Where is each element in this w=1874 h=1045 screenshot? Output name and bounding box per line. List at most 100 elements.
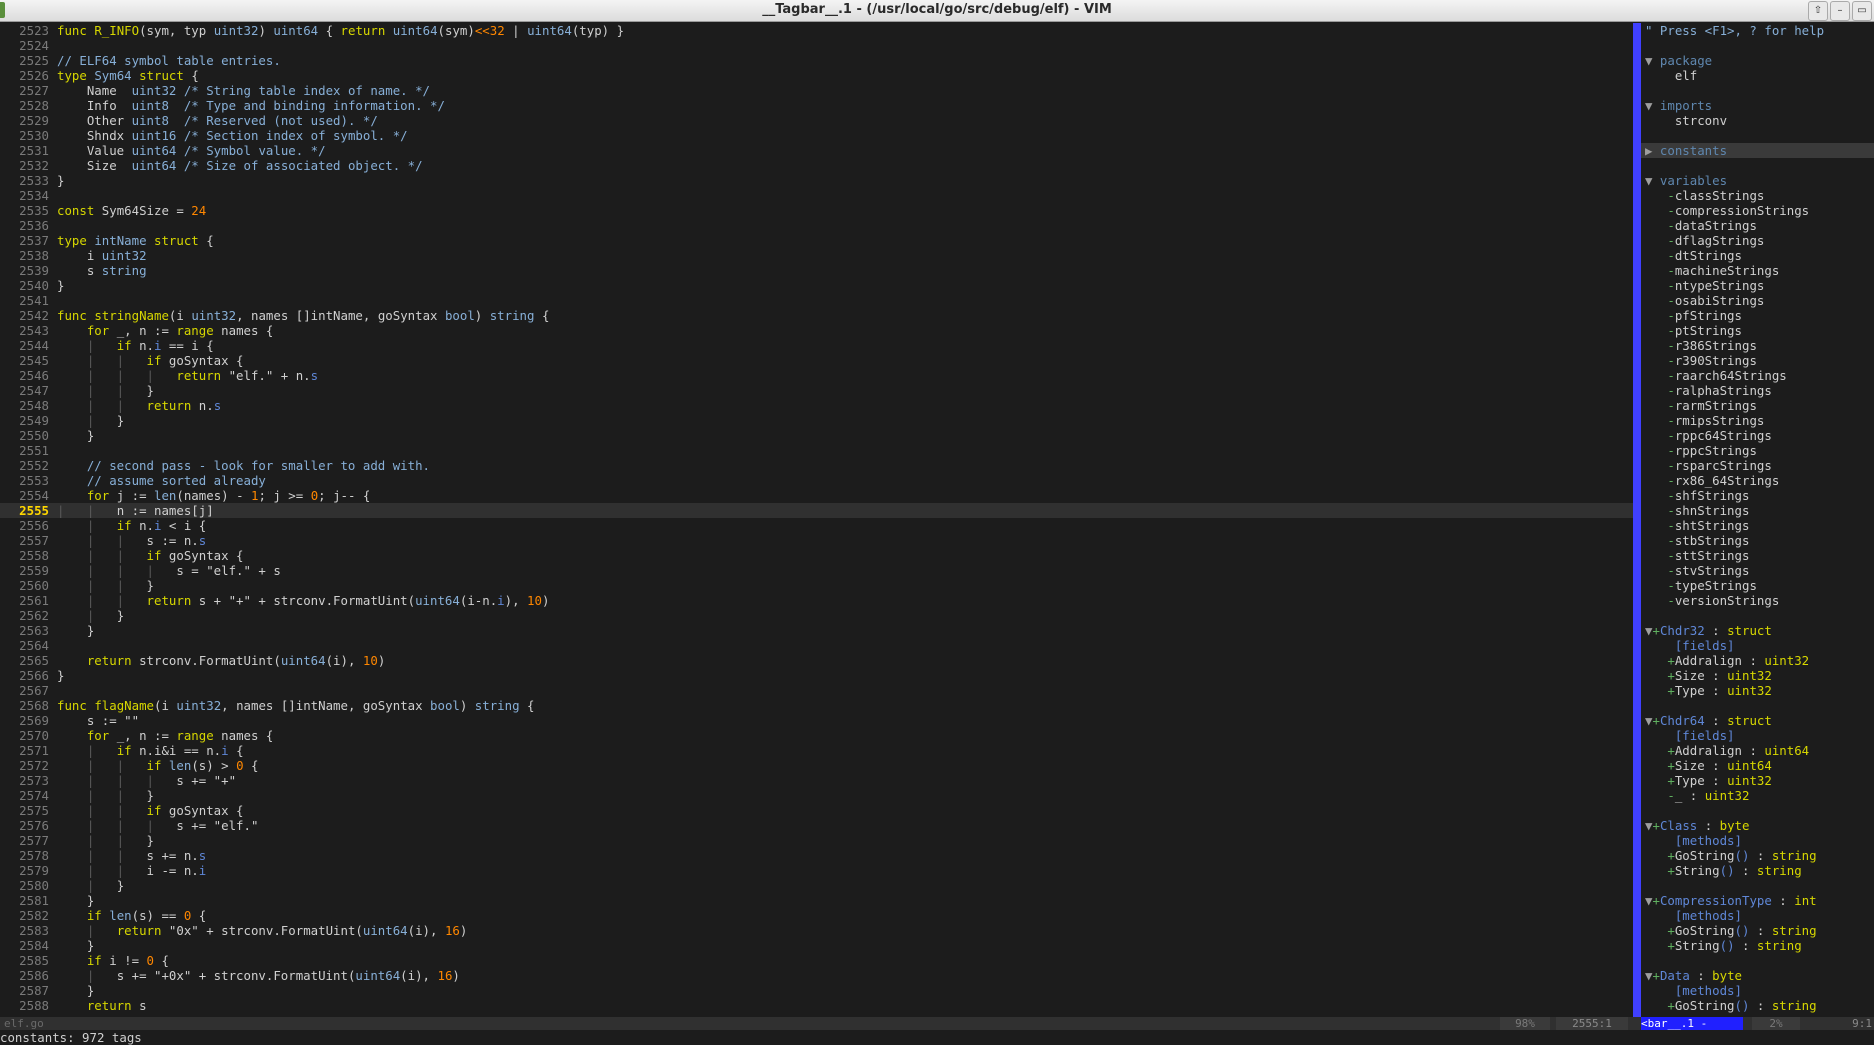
tagbar-entry[interactable]: -shtStrings (1641, 518, 1874, 533)
tagbar-entry[interactable]: -shfStrings (1641, 488, 1874, 503)
tagbar-entry[interactable]: ▼ package (1641, 53, 1874, 68)
tagbar-entry[interactable]: -versionStrings (1641, 593, 1874, 608)
code-line[interactable]: 2537 type intName struct { (0, 233, 1633, 248)
tagbar-entry[interactable]: +Size : uint64 (1641, 758, 1874, 773)
code-line[interactable]: 2548 | | return n.s (0, 398, 1633, 413)
code-line[interactable]: 2587 } (0, 983, 1633, 998)
code-line[interactable]: 2575 | | if goSyntax { (0, 803, 1633, 818)
code-line[interactable]: 2539 s string (0, 263, 1633, 278)
code-line[interactable]: 2561 | | return s + "+" + strconv.Format… (0, 593, 1633, 608)
tagbar-entry[interactable]: -dataStrings (1641, 218, 1874, 233)
code-line[interactable]: 2566} (0, 668, 1633, 683)
tagbar-entry[interactable]: -machineStrings (1641, 263, 1874, 278)
tagbar-entry[interactable]: -_ : uint32 (1641, 788, 1874, 803)
code-line[interactable]: 2534 (0, 188, 1633, 203)
code-line[interactable]: 2540} (0, 278, 1633, 293)
tagbar-entry[interactable] (1641, 953, 1874, 968)
tagbar-entry[interactable]: +GoString() : string (1641, 923, 1874, 938)
tagbar-entry[interactable]: +Size : uint32 (1641, 668, 1874, 683)
code-line[interactable]: 2581 } (0, 893, 1633, 908)
code-line[interactable]: 2555 | | n := names[j] (0, 503, 1633, 518)
tagbar-entry[interactable]: -dtStrings (1641, 248, 1874, 263)
code-line[interactable]: 2567 (0, 683, 1633, 698)
tagbar-entry[interactable]: -rx86_64Strings (1641, 473, 1874, 488)
code-line[interactable]: 2557 | | s := n.s (0, 533, 1633, 548)
tagbar-entry[interactable]: ▼ imports (1641, 98, 1874, 113)
code-line[interactable]: 2526 type Sym64 struct { (0, 68, 1633, 83)
code-line[interactable]: 2569 s := "" (0, 713, 1633, 728)
tagbar-entry[interactable] (1641, 158, 1874, 173)
tagbar-entry[interactable] (1641, 83, 1874, 98)
code-line[interactable]: 2568 func flagName(i uint32, names []intN… (0, 698, 1633, 713)
tagbar-entry[interactable]: -rppc64Strings (1641, 428, 1874, 443)
code-line[interactable]: 2573 | | | s += "+" (0, 773, 1633, 788)
code-line[interactable]: 2528 Info uint8 /* Type and binding info… (0, 98, 1633, 113)
tagbar-entry[interactable]: ▼+Chdr64 : struct (1641, 713, 1874, 728)
tagbar-entry[interactable]: +GoString() : string (1641, 998, 1874, 1013)
code-line[interactable]: 2544 | if n.i == i { (0, 338, 1633, 353)
tagbar-entry[interactable]: +Addralign : uint64 (1641, 743, 1874, 758)
tagbar-entry[interactable]: [methods] (1641, 908, 1874, 923)
code-line[interactable]: 2553 // assume sorted already (0, 473, 1633, 488)
tagbar-entry[interactable] (1641, 803, 1874, 818)
tagbar-entry[interactable]: -r386Strings (1641, 338, 1874, 353)
code-line[interactable]: 2529 Other uint8 /* Reserved (not used).… (0, 113, 1633, 128)
code-line[interactable]: 2586 | s += "+0x" + strconv.FormatUint(u… (0, 968, 1633, 983)
tagbar-entry[interactable]: -ntypeStrings (1641, 278, 1874, 293)
code-line[interactable]: 2535 const Sym64Size = 24 (0, 203, 1633, 218)
code-line[interactable]: 2541 (0, 293, 1633, 308)
code-line[interactable]: 2588 return s (0, 998, 1633, 1013)
code-line[interactable]: 2542 func stringName(i uint32, names []in… (0, 308, 1633, 323)
minimize-button[interactable]: – (1830, 1, 1850, 21)
code-line[interactable]: 2584 } (0, 938, 1633, 953)
code-line[interactable]: 2530 Shndx uint16 /* Section index of sy… (0, 128, 1633, 143)
code-line[interactable]: 2563 } (0, 623, 1633, 638)
code-line[interactable]: 2571 | if n.i&i == n.i { (0, 743, 1633, 758)
code-line[interactable]: 2560 | | } (0, 578, 1633, 593)
code-line[interactable]: 2545 | | if goSyntax { (0, 353, 1633, 368)
tagbar-entry[interactable]: elf (1641, 68, 1874, 83)
code-line[interactable]: 2536 (0, 218, 1633, 233)
tagbar-entry[interactable]: [methods] (1641, 833, 1874, 848)
code-line[interactable]: 2543 for _, n := range names { (0, 323, 1633, 338)
tagbar-entry[interactable]: -osabiStrings (1641, 293, 1874, 308)
code-line[interactable]: 2577 | | } (0, 833, 1633, 848)
tagbar-entry[interactable]: " Press <F1>, ? for help (1641, 23, 1874, 38)
code-line[interactable]: 2527 Name uint32 /* String table index o… (0, 83, 1633, 98)
tagbar-entry[interactable] (1641, 38, 1874, 53)
code-line[interactable]: 2556 | if n.i < i { (0, 518, 1633, 533)
tagbar-entry[interactable]: strconv (1641, 113, 1874, 128)
tagbar-entry[interactable] (1641, 698, 1874, 713)
tagbar-entry[interactable]: -rmipsStrings (1641, 413, 1874, 428)
tagbar-entry[interactable] (1641, 128, 1874, 143)
code-line[interactable]: 2583 | return "0x" + strconv.FormatUint(… (0, 923, 1633, 938)
tagbar-entry[interactable]: ▼+CompressionType : int (1641, 893, 1874, 908)
tagbar-entry[interactable]: +Type : uint32 (1641, 683, 1874, 698)
tagbar-entry[interactable]: [fields] (1641, 638, 1874, 653)
command-line[interactable]: constants: 972 tags (0, 1030, 1874, 1045)
code-line[interactable]: 2582 if len(s) == 0 { (0, 908, 1633, 923)
tagbar-pane[interactable]: " Press <F1>, ? for help ▼ package elf ▼ i… (1641, 23, 1874, 1023)
code-line[interactable]: 2523 func R_INFO(sym, typ uint32) uint64 … (0, 23, 1633, 38)
tagbar-entry[interactable]: -stvStrings (1641, 563, 1874, 578)
code-line[interactable]: 2562 | } (0, 608, 1633, 623)
code-line[interactable]: 2572 | | if len(s) > 0 { (0, 758, 1633, 773)
code-line[interactable]: 2546 | | | return "elf." + n.s (0, 368, 1633, 383)
tagbar-entry[interactable]: +String() : string (1641, 863, 1874, 878)
tagbar-entry[interactable]: [fields] (1641, 728, 1874, 743)
tagbar-entry[interactable]: ▼ variables (1641, 173, 1874, 188)
tagbar-entry[interactable]: -classStrings (1641, 188, 1874, 203)
shade-button[interactable]: ⇧ (1808, 1, 1828, 21)
code-editor-pane[interactable]: 2523 func R_INFO(sym, typ uint32) uint64 … (0, 23, 1633, 1023)
code-line[interactable]: 2565 return strconv.FormatUint(uint64(i)… (0, 653, 1633, 668)
tagbar-entry[interactable]: +String() : string (1641, 938, 1874, 953)
tagbar-entry[interactable] (1641, 878, 1874, 893)
tagbar-entry[interactable]: -compressionStrings (1641, 203, 1874, 218)
code-line[interactable]: 2574 | | } (0, 788, 1633, 803)
tagbar-entry[interactable]: -rppcStrings (1641, 443, 1874, 458)
tagbar-entry[interactable]: -shnStrings (1641, 503, 1874, 518)
code-line[interactable]: 2570 for _, n := range names { (0, 728, 1633, 743)
tagbar-entry[interactable]: -r390Strings (1641, 353, 1874, 368)
tagbar-entry[interactable]: -dflagStrings (1641, 233, 1874, 248)
code-line[interactable]: 2551 (0, 443, 1633, 458)
